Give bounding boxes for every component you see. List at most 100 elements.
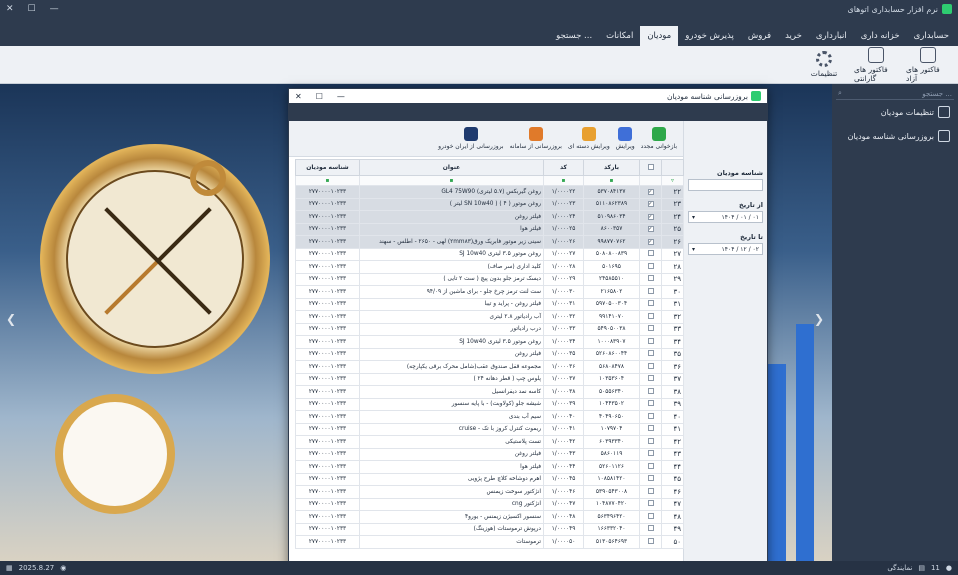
table-row[interactable]: ۲۹ ۲۴۵۸۵۵۱۰ ۱/۰۰۰۰۲۹ دیسک ترمز جلو بدون پیچ… bbox=[295, 272, 684, 286]
table-row[interactable]: ۴۴ ۵۲۶۰۱۱۲۶ ۱/۰۰۰۰۴۴ فیلتر هوا ۲۷۷۰۰۰۰۱۰۲۳۳ bbox=[295, 460, 684, 474]
table-row[interactable]: ۲۷ ۵۰۸۰۸۰۰۸۳۹ ۱/۰۰۰۰۲۷ روغن موتور ۳.۵ لیتری… bbox=[295, 247, 684, 261]
ribbon-button-1[interactable]: فاکتور های گارانتی bbox=[854, 46, 898, 83]
filter-cell[interactable]: ▪ bbox=[359, 175, 544, 186]
taxpayer-id-input[interactable] bbox=[688, 179, 763, 191]
toolbar-button-0[interactable]: بازخوانی مجدد bbox=[641, 127, 677, 150]
menu-item-6[interactable]: مودیان bbox=[640, 26, 679, 46]
ribbon-button-2[interactable]: تنظیمات bbox=[802, 51, 846, 78]
table-row[interactable]: ۴۹ ۱۶۶۳۳۲۰۴۰ ۱/۰۰۰۰۴۹ درپوش ترموستات (هوزین… bbox=[295, 522, 684, 536]
row-check[interactable] bbox=[639, 472, 662, 486]
row-checkbox[interactable] bbox=[647, 375, 654, 382]
table-row[interactable]: ۴۱ ۱۰۷۹۷۰۴ ۱/۰۰۰۰۴۱ ریموت کنترل کروز با تک … bbox=[295, 422, 684, 436]
row-check[interactable] bbox=[639, 435, 662, 449]
row-checkbox[interactable] bbox=[647, 450, 654, 457]
row-check[interactable] bbox=[639, 360, 662, 374]
col-taxpayer-id[interactable]: شناسه مودیان bbox=[295, 159, 360, 176]
check-all-checkbox[interactable] bbox=[647, 163, 654, 170]
row-checkbox[interactable] bbox=[647, 425, 654, 432]
row-checkbox[interactable]: ✓ bbox=[647, 226, 654, 233]
toolbar-button-1[interactable]: ویرایش bbox=[616, 127, 635, 150]
side-search[interactable]: جستجو ... ⌕ bbox=[836, 88, 954, 100]
table-row[interactable]: ۳۵ ۵۲۶۰۸۶۰۰۴۴ ۱/۰۰۰۰۳۵ فیلتر روغن ۲۷۷۰۰۰۰۱۰۲… bbox=[295, 347, 684, 361]
row-checkbox[interactable] bbox=[647, 462, 654, 469]
row-checkbox[interactable] bbox=[647, 487, 654, 494]
row-checkbox[interactable] bbox=[647, 525, 654, 532]
row-check[interactable] bbox=[639, 297, 662, 311]
table-row[interactable]: ۴۸ ۵۶۳۴۹۶۴۲۰ ۱/۰۰۰۰۴۸ سنسور اکسیژن زیمنس - … bbox=[295, 510, 684, 524]
row-check[interactable] bbox=[639, 535, 662, 549]
row-checkbox[interactable]: ✓ bbox=[647, 188, 654, 195]
table-row[interactable]: ۴۲ ۶۰۳۹۳۳۴۰ ۱/۰۰۰۰۴۲ تست پلاستیکی ۲۷۷۰۰۰۰۱۰۲… bbox=[295, 435, 684, 449]
close-icon[interactable]: ✕ bbox=[6, 4, 14, 14]
table-row[interactable]: ۲۴ ✓ ۵۱۰۹۸۶۰۳۴ ۱/۰۰۰۰۲۴ فیلتر روغن ۲۷۷۰۰۰۰۱۰۲… bbox=[295, 210, 684, 224]
dialog-close-icon[interactable]: ✕ bbox=[295, 92, 302, 101]
side-item-update-taxpayer-id[interactable]: بروزرسانی شناسه مودیان bbox=[836, 124, 954, 148]
row-check[interactable] bbox=[639, 510, 662, 524]
row-check[interactable] bbox=[639, 347, 662, 361]
table-row[interactable]: ۲۵ ✓ ۸۶۰۰۳۵۷ ۱/۰۰۰۰۲۵ فیلتر هوا ۲۷۷۰۰۰۰۱۰۲۳۳ bbox=[295, 222, 684, 236]
col-title[interactable]: عنوان bbox=[359, 159, 544, 176]
row-check[interactable] bbox=[639, 422, 662, 436]
table-row[interactable]: ۳۰ ۲۱۶۵۸۰۲ ۱/۰۰۰۰۳۰ ست لنت ترمز چرخ جلو - ب… bbox=[295, 285, 684, 299]
minimize-icon[interactable]: — bbox=[50, 4, 59, 14]
row-check[interactable]: ✓ bbox=[639, 222, 662, 236]
row-checkbox[interactable] bbox=[647, 262, 654, 269]
table-row[interactable]: ۲۳ ✓ ۵۱۱۰۸۶۲۳۸۹ ۱/۰۰۰۰۲۳ روغن موتور ( ۴ ) ( … bbox=[295, 197, 684, 211]
row-checkbox[interactable] bbox=[647, 275, 654, 282]
table-row[interactable]: ۲۶ ✓ ۹۹۸۷۷۰۷۶۲ ۱/۰۰۰۰۲۶ سینی زیر موتور فابری… bbox=[295, 235, 684, 249]
table-row[interactable]: ۳۲ ۹۹۱۴۱۰۷۰ ۱/۰۰۰۰۳۲ آب رادیاتور ۲.۸ لیتری ۲… bbox=[295, 310, 684, 324]
menu-item-0[interactable]: حسابداری bbox=[907, 26, 956, 46]
row-checkbox[interactable] bbox=[647, 537, 654, 544]
row-check[interactable] bbox=[639, 247, 662, 261]
filter-icon[interactable]: ▿ bbox=[661, 175, 684, 186]
table-row[interactable]: ۳۱ ۵۹۷۰۵۰۰۳۰۴ ۱/۰۰۰۰۳۱ فیلتر روغن - پراید و… bbox=[295, 297, 684, 311]
table-row[interactable]: ۳۷ ۱۰۳۵۳۶۰۴ ۱/۰۰۰۰۳۷ پلوس چپ ( قطر دهانه ۲۴… bbox=[295, 372, 684, 386]
menu-item-4[interactable]: فروش bbox=[741, 26, 778, 46]
row-checkbox[interactable] bbox=[647, 387, 654, 394]
row-checkbox[interactable] bbox=[647, 500, 654, 507]
row-check[interactable] bbox=[639, 385, 662, 399]
table-row[interactable]: ۴۰ ۴۰۴۹۰۶۵۰ ۱/۰۰۰۰۴۰ سیم آب بندی ۲۷۷۰۰۰۰۱۰۲۳… bbox=[295, 410, 684, 424]
row-check[interactable] bbox=[639, 497, 662, 511]
row-checkbox[interactable] bbox=[647, 250, 654, 257]
row-check[interactable] bbox=[639, 397, 662, 411]
to-date-input[interactable]: ▾ ۱۴۰۴ / ۱۲ / ۰۲ bbox=[688, 243, 763, 255]
table-row[interactable]: ۴۷ ۱۰۴۸۷۷۰۴۲۰ ۱/۰۰۰۰۴۷ انژکتور cng ۲۷۷۰۰۰۰۱۰… bbox=[295, 497, 684, 511]
table-row[interactable]: ۲۲ ✓ ۵۳۷۰۸۴۱۳۷ ۱/۰۰۰۰۲۲ روغن گیربکس (۵.۷ لیت… bbox=[295, 185, 684, 199]
table-row[interactable]: ۳۹ ۱۰۴۴۳۵۰۲ ۱/۰۰۰۰۳۹ شیشه جلو (کولاوبت) - ب… bbox=[295, 397, 684, 411]
row-check[interactable]: ✓ bbox=[639, 210, 662, 224]
row-checkbox[interactable] bbox=[647, 512, 654, 519]
col-code[interactable]: کد bbox=[543, 159, 584, 176]
row-checkbox[interactable] bbox=[647, 337, 654, 344]
row-check[interactable] bbox=[639, 372, 662, 386]
row-check[interactable] bbox=[639, 272, 662, 286]
table-row[interactable]: ۴۶ ۵۳۹۰۵۴۳۰۰۸ ۱/۰۰۰۰۴۶ انژکتور سوخت زیمنس ۲۷… bbox=[295, 485, 684, 499]
filter-cell[interactable]: ▪ bbox=[543, 175, 584, 186]
row-check[interactable]: ✓ bbox=[639, 235, 662, 249]
row-check[interactable] bbox=[639, 522, 662, 536]
row-checkbox[interactable] bbox=[647, 400, 654, 407]
row-checkbox[interactable] bbox=[647, 350, 654, 357]
toolbar-button-3[interactable]: بروزرسانی از سامانه bbox=[510, 127, 562, 150]
menu-item-1[interactable]: خزانه داری bbox=[854, 26, 907, 46]
side-item-taxpayer-settings[interactable]: تنظیمات مودیان bbox=[836, 100, 954, 124]
dialog-maximize-icon[interactable]: ☐ bbox=[316, 92, 323, 101]
row-checkbox[interactable] bbox=[647, 412, 654, 419]
menu-item-8[interactable]: جستجو ... bbox=[549, 26, 599, 46]
table-row[interactable]: ۳۴ ۱۰۰۰۸۳۹۰۷ ۱/۰۰۰۰۳۴ روغن موتور ۳.۵ لیتری … bbox=[295, 335, 684, 349]
ribbon-button-0[interactable]: فاکتور های آزاد bbox=[906, 46, 950, 83]
table-row[interactable]: ۴۵ ۱۰۸۵۸۱۴۲۰ ۱/۰۰۰۰۴۵ اهرم دوشاخه کلاچ طرح … bbox=[295, 472, 684, 486]
row-checkbox[interactable] bbox=[647, 312, 654, 319]
calendar-icon[interactable]: ▾ bbox=[692, 214, 695, 221]
menu-item-2[interactable]: انبارداری bbox=[809, 26, 854, 46]
dialog-minimize-icon[interactable]: — bbox=[337, 92, 345, 101]
row-check[interactable] bbox=[639, 485, 662, 499]
prev-arrow-icon[interactable]: ❮ bbox=[6, 312, 16, 326]
col-barcode[interactable]: بارکد bbox=[583, 159, 640, 176]
row-checkbox[interactable] bbox=[647, 287, 654, 294]
row-check[interactable]: ✓ bbox=[639, 185, 662, 199]
row-check[interactable] bbox=[639, 335, 662, 349]
table-row[interactable]: ۳۸ ۵۰۵۵۶۳۴۰ ۱/۰۰۰۰۳۸ کاسه نمد دیفرانسیل ۲۷۷۰… bbox=[295, 385, 684, 399]
table-row[interactable]: ۳۶ ۵۶۸۰۸۴۷۸ ۱/۰۰۰۰۳۶ مجموعه قفل صندوق عقب(ش… bbox=[295, 360, 684, 374]
table-row[interactable]: ۵۰ ۵۱۳۰۵۶۴۶۹۳ ۱/۰۰۰۰۵۰ ترموستات ۲۷۷۰۰۰۰۱۰۲۳۳ bbox=[295, 535, 684, 549]
